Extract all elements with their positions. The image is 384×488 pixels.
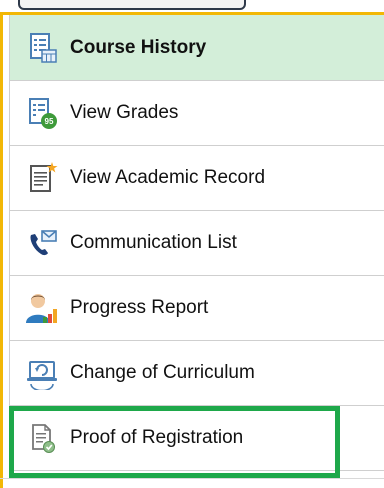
menu-item-proof-of-registration[interactable]: Proof of Registration	[10, 406, 384, 471]
menu-item-label: View Academic Record	[70, 167, 266, 188]
academic-record-icon	[24, 160, 60, 196]
menu-item-label: View Grades	[70, 102, 179, 123]
menu-item-label: Change of Curriculum	[70, 362, 255, 383]
divider	[0, 478, 384, 479]
progress-report-icon	[24, 290, 60, 326]
menu-item-progress-report[interactable]: Progress Report	[10, 276, 384, 341]
menu-item-course-history[interactable]: Course History	[10, 15, 384, 81]
menu-item-communication-list[interactable]: Communication List	[10, 211, 384, 276]
svg-text:95: 95	[45, 117, 54, 126]
course-history-icon	[24, 30, 60, 66]
menu-item-label: Proof of Registration	[70, 427, 244, 448]
communication-icon	[24, 225, 60, 261]
menu-item-label: Progress Report	[70, 297, 209, 318]
menu-item-view-grades[interactable]: 95 View Grades	[10, 81, 384, 146]
menu-item-view-academic-record[interactable]: View Academic Record	[10, 146, 384, 211]
sidebar-menu: Course History 95 View Grades View Acade…	[9, 15, 384, 471]
grades-icon: 95	[24, 95, 60, 131]
proof-registration-icon	[24, 420, 60, 456]
menu-item-label: Course History	[70, 36, 207, 58]
search-field-edge[interactable]	[18, 0, 246, 10]
menu-item-label: Communication List	[70, 232, 237, 253]
menu-item-change-of-curriculum[interactable]: Change of Curriculum	[10, 341, 384, 406]
change-curriculum-icon	[24, 355, 60, 391]
